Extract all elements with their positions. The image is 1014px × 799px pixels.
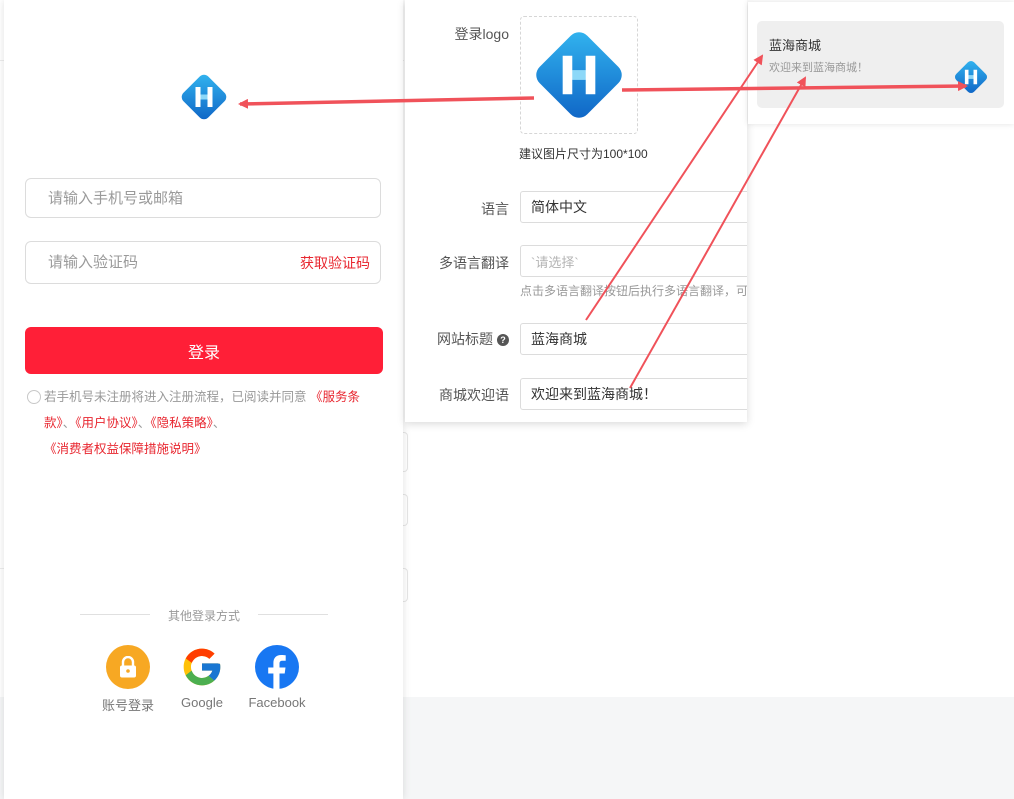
site-title-label: 网站标题? (437, 329, 509, 349)
login-button[interactable]: 登录 (25, 327, 383, 374)
consumer-rights-link[interactable]: 《消费者权益保障措施说明》 (44, 442, 207, 456)
agreement-separator: 、 (62, 416, 76, 430)
phone-email-field[interactable] (25, 178, 381, 218)
preview-welcome: 欢迎来到蓝海商城！ (769, 62, 868, 74)
question-icon[interactable]: ? (497, 334, 509, 346)
divider-line (258, 614, 328, 615)
logo-label: 登录logo (454, 26, 509, 42)
privacy-policy-link[interactable]: 《隐私策略》 (150, 416, 213, 430)
logo-upload[interactable] (520, 16, 638, 134)
lock-icon (106, 645, 150, 689)
agreement-separator: 、 (212, 416, 226, 430)
translation-help-text: 点击多语言翻译按钮后执行多语言翻译，可 (520, 284, 747, 298)
other-login-methods-label: 其他登录方式 (167, 609, 240, 623)
brand-logo-icon (179, 72, 229, 122)
get-code-button[interactable]: 获取验证码 (300, 253, 370, 273)
login-panel: 获取验证码 登录 若手机号未注册将进入注册流程，已阅读并同意 《服务条款》、《用… (4, 0, 403, 799)
brand-logo-icon (953, 59, 989, 95)
welcome-label: 商城欢迎语 (439, 387, 509, 403)
agreement-prefix: 若手机号未注册将进入注册流程，已阅读并同意 (44, 390, 307, 404)
translation-label: 多语言翻译 (439, 255, 509, 271)
google-login-label: Google (181, 695, 223, 710)
preview-panel: 蓝海商城 欢迎来到蓝海商城！ (748, 2, 1014, 124)
divider-line (80, 614, 150, 615)
verification-code-input[interactable] (46, 253, 300, 272)
welcome-input[interactable]: 欢迎来到蓝海商城！ (520, 378, 747, 410)
site-title-label-text: 网站标题 (437, 331, 493, 347)
translation-select[interactable]: `请选择` (520, 245, 747, 277)
verification-code-field[interactable]: 获取验证码 (25, 241, 381, 284)
facebook-login-label: Facebook (248, 695, 306, 710)
preview-title: 蓝海商城 (769, 38, 822, 53)
account-login-button[interactable]: 账号登录 (98, 645, 158, 714)
language-select[interactable]: 简体中文 (520, 191, 747, 223)
agreement-text: 若手机号未注册将进入注册流程，已阅读并同意 《服务条款》、《用户协议》、《隐私策… (44, 384, 379, 462)
agreement-separator: 、 (137, 416, 151, 430)
site-title-input[interactable]: 蓝海商城 (520, 323, 747, 355)
phone-email-input[interactable] (46, 188, 370, 208)
account-login-label: 账号登录 (101, 698, 154, 713)
facebook-login-button[interactable]: Facebook (247, 645, 307, 710)
google-icon (180, 645, 224, 689)
settings-form-panel: 登录logo 建议图片尺寸为100*100 语言 简体中文 多语言翻译 `请选择… (405, 0, 747, 422)
other-login-methods-title: 其他登录方式 (80, 607, 328, 624)
user-agreement-link[interactable]: 《用户协议》 (75, 416, 138, 430)
logo-size-hint: 建议图片尺寸为100*100 (519, 147, 648, 161)
language-label: 语言 (481, 201, 509, 217)
brand-logo-icon (531, 27, 627, 123)
agreement-radio[interactable] (27, 390, 41, 404)
facebook-icon (255, 645, 299, 689)
google-login-button[interactable]: Google (172, 645, 232, 710)
